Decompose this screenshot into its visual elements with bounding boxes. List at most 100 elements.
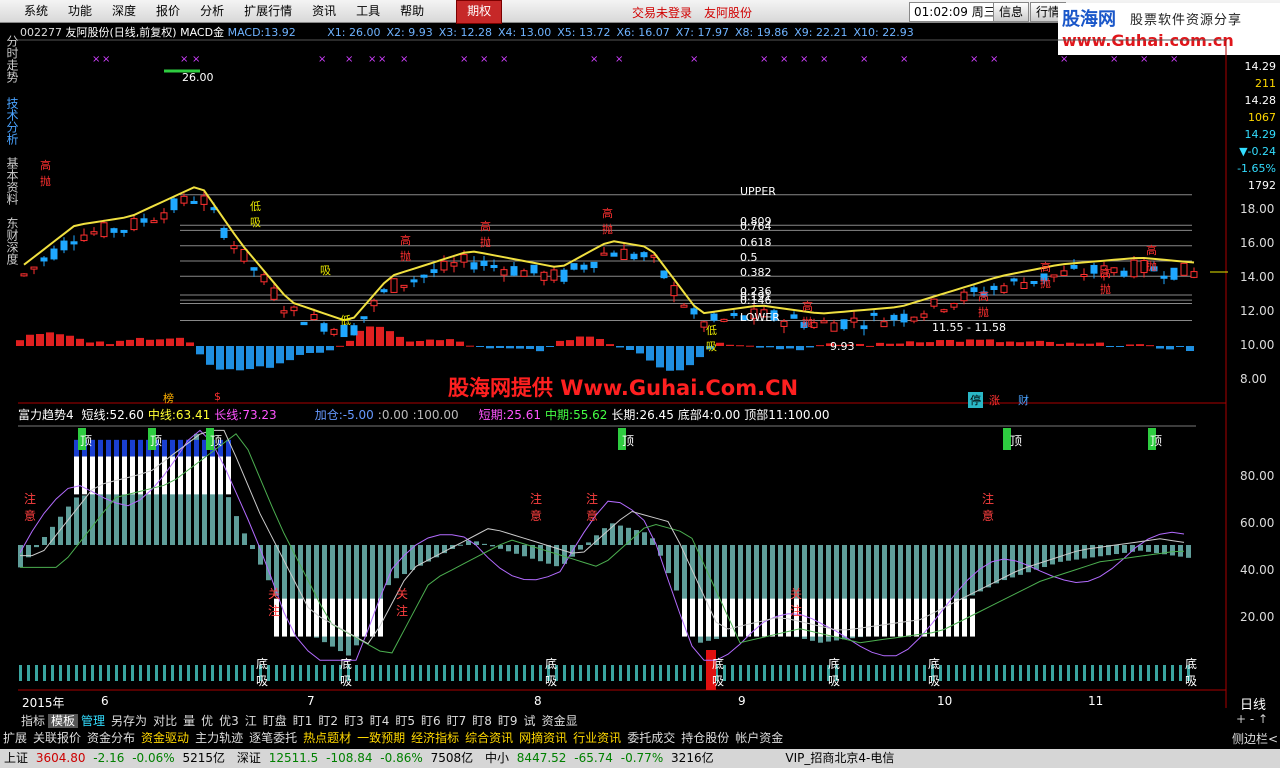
candle-body: [890, 314, 898, 321]
bottom-tab-16[interactable]: 盯7: [444, 714, 470, 728]
candle-body: [40, 257, 48, 262]
macd-bar: [646, 346, 654, 361]
candle-body: [350, 325, 358, 336]
func-tab-9[interactable]: 综合资讯: [462, 729, 516, 747]
indicator-bottom-label: 底吸: [256, 657, 269, 688]
sidebar-toggle[interactable]: 侧边栏<: [1232, 730, 1278, 747]
bottom-tab-15[interactable]: 盯6: [418, 714, 444, 728]
status-zx[interactable]: 中小 8447.52 -65.74 -0.77% 3216亿: [485, 751, 722, 765]
macd-bar: [86, 342, 94, 346]
candle-body: [60, 240, 68, 251]
indicator-bar-high: [106, 456, 111, 495]
indicator-baseline-bar: [579, 665, 582, 681]
bottom-tab-5[interactable]: 量: [180, 714, 198, 728]
indicator-legend: 富力趋势4 短线:52.60 中线:63.41 长线:73.23 加仓:-5.00:0…: [18, 408, 830, 422]
macd-bar: [376, 326, 384, 346]
indicator-baseline-bar: [523, 665, 526, 681]
bottom-tab-6[interactable]: 优: [198, 714, 216, 728]
candle-body: [730, 313, 738, 317]
indicator-baseline-bar: [363, 665, 366, 681]
bottom-tab-9[interactable]: 盯盘: [260, 714, 290, 728]
func-tab-8[interactable]: 经济指标: [408, 729, 462, 747]
bottom-tab-3[interactable]: 另存为: [108, 714, 150, 728]
indicator-watch-label: 关注: [396, 587, 409, 618]
bottom-tab-18[interactable]: 盯9: [495, 714, 521, 728]
indicator-bar: [1090, 545, 1095, 558]
indicator-bar: [578, 545, 583, 550]
macd-bar: [996, 342, 1004, 346]
bottom-tab-10[interactable]: 盯1: [290, 714, 316, 728]
indicator-bar-high: [186, 456, 191, 495]
bottom-tab-20[interactable]: 资金显: [539, 714, 581, 728]
limit-badge[interactable]: 涨: [989, 392, 1000, 408]
candle-body: [360, 316, 368, 320]
indicator-bar-low: [738, 598, 743, 637]
func-tab-7[interactable]: 一致预期: [354, 729, 408, 747]
candle-body: [850, 317, 858, 323]
indicator-baseline-bar: [1147, 665, 1150, 681]
range-annotation: 11.55 - 11.58: [932, 321, 1006, 334]
func-tab-4[interactable]: 主力轨迹: [192, 729, 246, 747]
func-tab-10[interactable]: 网摘资讯: [516, 729, 570, 747]
indicator-baseline-bar: [219, 665, 222, 681]
indicator-bar-low: [826, 598, 831, 637]
finance-badge[interactable]: 财: [1018, 392, 1029, 408]
macd-bar: [386, 331, 394, 346]
bottom-tab-1[interactable]: 模板: [48, 714, 79, 728]
func-tab-3[interactable]: 资金驱动: [138, 729, 192, 747]
indicator-bar: [482, 543, 487, 545]
macd-bar: [436, 340, 444, 346]
indicator-bar-top: [114, 439, 119, 457]
bottom-tab-4[interactable]: 对比: [150, 714, 180, 728]
bottom-tab-0[interactable]: 指标: [18, 714, 48, 728]
func-tab-0[interactable]: 扩展: [0, 729, 30, 747]
bottom-tab-17[interactable]: 盯8: [469, 714, 495, 728]
candle-body: [1010, 278, 1018, 282]
indicator-baseline-bar: [467, 665, 470, 681]
func-tab-11[interactable]: 行业资讯: [570, 729, 624, 747]
bottom-tab-19[interactable]: 试: [521, 714, 539, 728]
func-tab-5[interactable]: 逐笔委托: [246, 729, 300, 747]
macd-bar: [656, 346, 664, 368]
macd-bar: [196, 346, 204, 355]
indicator-bar-low: [874, 598, 879, 637]
indicator-bar-low: [954, 598, 959, 637]
indicator-bar-low: [354, 598, 359, 637]
indicator-baseline-bar: [819, 665, 822, 681]
indicator-bar-top: [130, 439, 135, 457]
bottom-tab-8[interactable]: 江: [242, 714, 260, 728]
indicator-baseline-bar: [19, 665, 22, 681]
indicator-baseline-bar: [307, 665, 310, 681]
indicator-bar: [250, 545, 255, 550]
zoom-controls[interactable]: + - ↑: [1236, 712, 1268, 726]
bottom-tab-2[interactable]: 管理: [78, 714, 108, 728]
indicator-baseline-bar: [235, 665, 238, 681]
status-sh[interactable]: 上证 3604.80 -2.16 -0.06% 5215亿: [0, 751, 233, 765]
macd-bar: [596, 338, 604, 346]
halt-badge[interactable]: 停: [968, 392, 983, 408]
func-tab-12[interactable]: 委托成交: [624, 729, 678, 747]
func-tab-6[interactable]: 热点题材: [300, 729, 354, 747]
func-tab-14[interactable]: 帐户资金: [732, 729, 786, 747]
status-sz[interactable]: 深证 12511.5 -108.84 -0.86% 7508亿: [237, 751, 481, 765]
period-label[interactable]: 日线: [1240, 694, 1266, 713]
list-badge[interactable]: 榜: [163, 390, 174, 406]
func-tab-13[interactable]: 持仓股份: [678, 729, 732, 747]
indicator-bar: [594, 535, 599, 545]
indicator-bottom-label: 底吸: [545, 657, 558, 688]
bottom-tab-7[interactable]: 优3: [216, 714, 242, 728]
func-tab-2[interactable]: 资金分布: [84, 729, 138, 747]
bottom-tab-11[interactable]: 盯2: [315, 714, 341, 728]
dollar-badge[interactable]: $: [214, 390, 221, 403]
month-label: 8: [534, 694, 542, 708]
candle-body: [620, 248, 628, 261]
bottom-tab-13[interactable]: 盯4: [367, 714, 393, 728]
candle-body: [70, 241, 78, 245]
func-tab-1[interactable]: 关联报价: [30, 729, 84, 747]
candle-body: [180, 195, 188, 204]
macd-bar: [426, 339, 434, 346]
indicator-baseline-bar: [147, 665, 150, 681]
bottom-tab-12[interactable]: 盯3: [341, 714, 367, 728]
indicator-bar-top: [162, 439, 167, 457]
bottom-tab-14[interactable]: 盯5: [392, 714, 418, 728]
